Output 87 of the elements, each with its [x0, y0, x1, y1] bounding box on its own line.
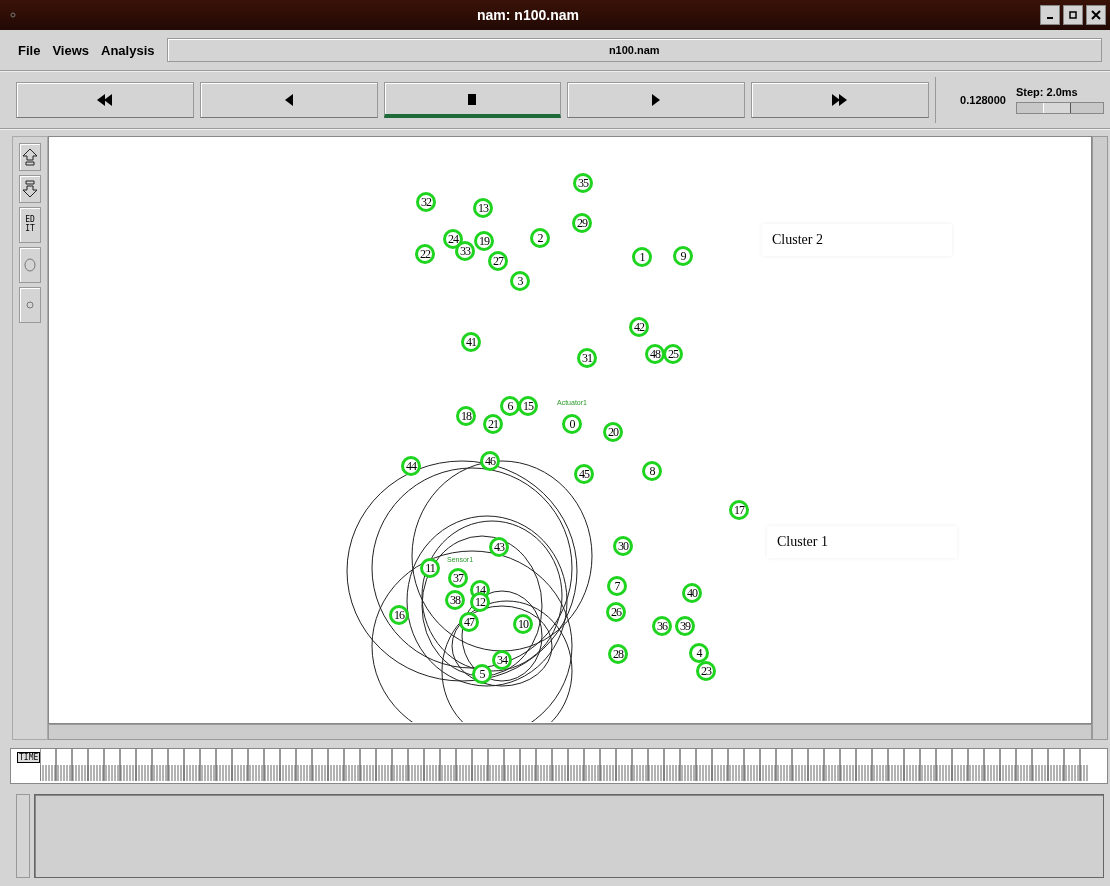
step-slider[interactable] [1016, 102, 1104, 114]
network-node: 20 [603, 422, 623, 442]
stop-icon [467, 92, 478, 105]
menu-item[interactable]: File [18, 42, 41, 58]
network-node: 2 [530, 228, 550, 248]
network-node: 38 [445, 590, 465, 610]
slider-thumb[interactable] [1042, 103, 1071, 113]
network-node: 3 [510, 271, 530, 291]
network-node: 6 [500, 396, 520, 416]
network-node: 4 [689, 643, 709, 663]
network-node: 10 [513, 614, 533, 634]
close-button[interactable] [1086, 5, 1106, 25]
maximize-icon [1069, 11, 1077, 19]
forward-button[interactable] [751, 82, 929, 118]
file-name-field: n100.nam [166, 38, 1102, 62]
network-node: 12 [470, 592, 490, 612]
network-node: 31 [577, 348, 597, 368]
menu-item[interactable]: Analysis [101, 42, 155, 58]
network-node: 9 [673, 246, 693, 266]
cluster-label: Cluster 2 [762, 224, 952, 256]
vertical-scrollbar[interactable] [16, 794, 30, 878]
network-node: 46 [480, 451, 500, 471]
network-node: 1 [632, 247, 652, 267]
network-node: 43 [489, 537, 509, 557]
network-node: 47 [459, 612, 479, 632]
circle-icon [26, 301, 34, 309]
network-node: 26 [606, 602, 626, 622]
window-title: nam: n100.nam [477, 7, 579, 23]
stop-button[interactable] [383, 82, 562, 118]
vertical-scrollbar[interactable] [1092, 136, 1108, 740]
network-node: 21 [483, 414, 503, 434]
network-node: 28 [608, 644, 628, 664]
zoom-in-button[interactable] [19, 143, 41, 171]
network-node: 39 [675, 616, 695, 636]
network-node: 30 [613, 536, 633, 556]
network-node: 19 [474, 231, 494, 251]
network-node: 7 [607, 576, 627, 596]
network-node: 8 [642, 461, 662, 481]
network-node: 13 [473, 198, 493, 218]
network-node: 36 [652, 616, 672, 636]
network-node: 32 [416, 192, 436, 212]
back-icon [283, 94, 294, 106]
network-node: 11 [420, 558, 440, 578]
circle-tool-button[interactable] [19, 247, 41, 283]
play-icon [651, 94, 662, 106]
cluster-label: Cluster 1 [767, 526, 957, 558]
small-circle-tool-button[interactable] [19, 287, 41, 323]
network-node: 23 [696, 661, 716, 681]
time-label: TIME [17, 752, 41, 763]
network-node: 25 [663, 344, 683, 364]
rewind-icon [96, 94, 113, 106]
circle-icon [24, 258, 36, 272]
maximize-button[interactable] [1063, 5, 1083, 25]
step-label: Step: 2.0ms [1016, 86, 1079, 98]
network-node: 42 [629, 317, 649, 337]
network-node: 45 [574, 464, 594, 484]
minimize-button[interactable] [1040, 5, 1060, 25]
network-node: 16 [389, 605, 409, 625]
network-node: 34 [492, 650, 512, 670]
network-node: 29 [572, 213, 592, 233]
network-node: 41 [461, 332, 481, 352]
zoom-out-button[interactable] [19, 175, 41, 203]
time-readout: 0.128000 [935, 77, 1010, 123]
fast-forward-icon [832, 94, 849, 106]
window-menu-icon[interactable] [10, 12, 16, 18]
network-node: 15 [518, 396, 538, 416]
network-node: 48 [645, 344, 665, 364]
network-node: 44 [401, 456, 421, 476]
up-arrow-icon [22, 148, 38, 166]
network-node: 27 [488, 251, 508, 271]
network-node: 40 [682, 583, 702, 603]
back-button[interactable] [199, 82, 378, 118]
network-node: 37 [448, 568, 468, 588]
play-button[interactable] [567, 82, 746, 118]
network-node: 22 [415, 244, 435, 264]
close-icon [1091, 10, 1101, 20]
network-node: 35 [573, 173, 593, 193]
rewind-button[interactable] [16, 82, 194, 118]
network-node: 18 [456, 406, 476, 426]
timeline[interactable]: TIME [10, 748, 1108, 784]
network-node: 0 [562, 414, 582, 434]
down-arrow-icon [22, 180, 38, 198]
network-node: 5 [472, 664, 492, 684]
horizontal-scrollbar[interactable] [48, 724, 1092, 740]
menu-item[interactable]: Views [52, 42, 90, 58]
network-node: 17 [729, 500, 749, 520]
edit-button[interactable]: EDIT [19, 207, 41, 243]
